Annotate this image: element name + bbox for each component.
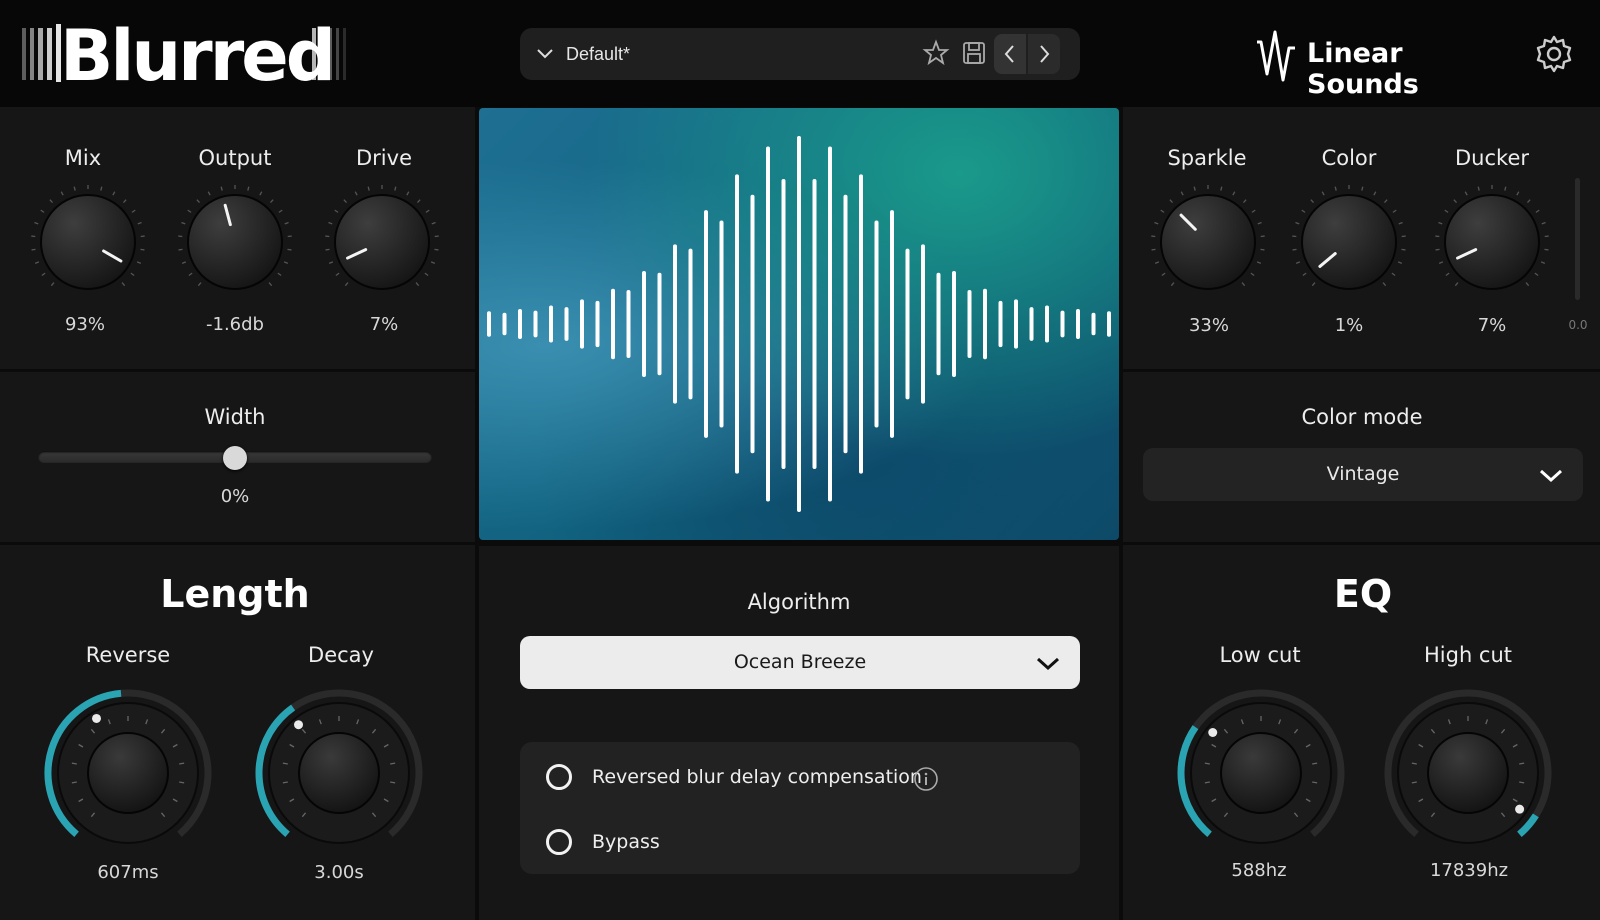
meter-value: 0.0 <box>1568 318 1588 332</box>
algorithm-dropdown[interactable]: Ocean Breeze <box>520 636 1080 689</box>
reversed-blur-radio[interactable] <box>546 764 572 790</box>
drive-label: Drive <box>356 146 412 170</box>
reverse-label: Reverse <box>85 643 171 667</box>
preset-bar: Default* <box>520 28 1080 80</box>
sparkle-knob[interactable] <box>1148 182 1268 302</box>
output-label: Output <box>198 146 272 170</box>
chevron-left-icon <box>1004 45 1014 63</box>
width-label: Width <box>204 405 266 429</box>
decay-value: 3.00s <box>314 862 364 883</box>
ducker-value: 7% <box>1477 315 1507 336</box>
high-cut-knob[interactable] <box>1380 685 1556 861</box>
decay-knob[interactable] <box>251 685 427 861</box>
color-mode-dropdown[interactable]: Vintage <box>1143 448 1583 501</box>
sparkle-label: Sparkle <box>1167 146 1247 170</box>
algorithm-label: Algorithm <box>747 590 851 614</box>
output-value: -1.6db <box>206 314 264 335</box>
sparkle-value: 33% <box>1188 315 1229 336</box>
decay-label: Decay <box>308 643 374 667</box>
high-cut-value: 17839hz <box>1429 860 1509 881</box>
plugin-logo: Blurred <box>18 10 358 96</box>
chevron-down-icon[interactable] <box>534 42 556 69</box>
brand-name: Linear Sounds <box>1307 38 1419 100</box>
width-value: 0% <box>220 486 250 507</box>
low-cut-knob[interactable] <box>1173 685 1349 861</box>
logo-text: Blurred <box>60 15 336 97</box>
drive-value: 7% <box>369 314 399 335</box>
reversed-blur-label[interactable]: Reversed blur delay compensation <box>592 766 922 788</box>
ducker-knob[interactable] <box>1432 182 1552 302</box>
waveform-logo-icon <box>1257 30 1295 82</box>
color-value: 1% <box>1334 315 1364 336</box>
save-icon[interactable] <box>960 39 988 72</box>
high-cut-label: High cut <box>1423 643 1513 667</box>
next-preset-button[interactable] <box>1028 34 1060 74</box>
info-icon[interactable] <box>913 766 939 797</box>
length-title: Length <box>160 572 310 616</box>
reverse-value: 607ms <box>97 862 159 883</box>
waveform-visualizer <box>487 136 1111 512</box>
drive-knob[interactable] <box>322 182 442 302</box>
star-icon[interactable] <box>922 39 950 72</box>
brand-logo: Linear Sounds <box>1255 28 1515 100</box>
bypass-label[interactable]: Bypass <box>592 831 660 853</box>
mix-value: 93% <box>64 314 105 335</box>
color-knob[interactable] <box>1289 182 1409 302</box>
chevron-right-icon <box>1040 45 1050 63</box>
color-mode-value: Vintage <box>1326 463 1400 485</box>
output-meter <box>1575 178 1580 300</box>
reverse-knob[interactable] <box>40 685 216 861</box>
output-knob[interactable] <box>175 182 295 302</box>
low-cut-value: 588hz <box>1231 860 1287 881</box>
chevron-down-icon <box>1034 650 1062 681</box>
eq-title: EQ <box>1333 572 1393 616</box>
logo-stripes-right <box>312 28 346 80</box>
color-label: Color <box>1321 146 1377 170</box>
low-cut-label: Low cut <box>1219 643 1301 667</box>
preset-name[interactable]: Default* <box>566 44 630 65</box>
chevron-down-icon <box>1537 462 1565 493</box>
algorithm-value: Ocean Breeze <box>733 651 867 673</box>
mix-knob[interactable] <box>28 182 148 302</box>
options-box <box>520 742 1080 874</box>
visualizer-panel <box>479 108 1119 540</box>
previous-preset-button[interactable] <box>994 34 1026 74</box>
bypass-radio[interactable] <box>546 829 572 855</box>
gear-icon[interactable] <box>1534 34 1574 79</box>
ducker-label: Ducker <box>1455 146 1529 170</box>
color-mode-label: Color mode <box>1301 405 1423 429</box>
mix-label: Mix <box>64 146 102 170</box>
width-slider-thumb[interactable] <box>223 446 247 470</box>
